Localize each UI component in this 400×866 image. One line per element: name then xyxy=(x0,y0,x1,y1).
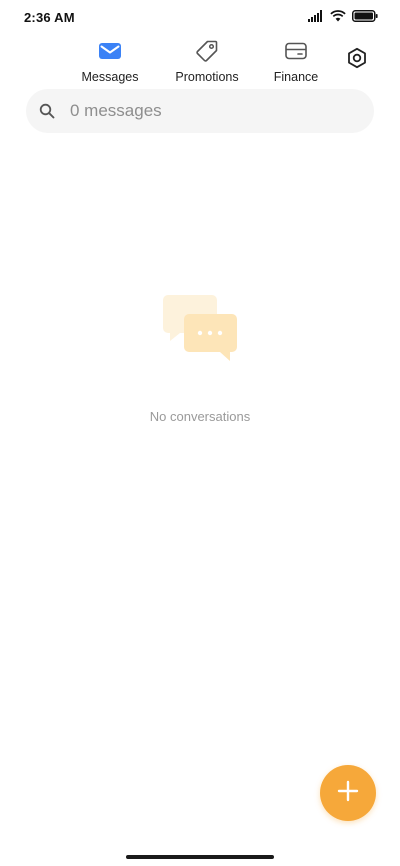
tab-finance-label: Finance xyxy=(273,70,319,84)
battery-icon xyxy=(352,9,378,27)
tab-finance[interactable]: Finance xyxy=(251,38,341,84)
search-input[interactable] xyxy=(68,100,352,122)
status-icons xyxy=(308,9,378,27)
new-message-button[interactable] xyxy=(320,765,376,821)
mail-icon xyxy=(98,38,122,64)
status-bar: 2:36 AM xyxy=(0,0,400,36)
plus-icon xyxy=(336,779,360,808)
settings-button[interactable] xyxy=(344,47,370,73)
tag-icon xyxy=(195,38,219,64)
tab-messages-label: Messages xyxy=(81,70,139,84)
status-time: 2:36 AM xyxy=(24,10,75,25)
home-indicator[interactable] xyxy=(126,855,274,859)
card-icon xyxy=(284,38,308,64)
tab-promotions[interactable]: Promotions xyxy=(162,38,252,84)
tab-messages[interactable]: Messages xyxy=(65,38,155,84)
search-icon xyxy=(39,103,55,119)
search-bar[interactable] xyxy=(26,89,374,133)
tab-promotions-label: Promotions xyxy=(175,70,239,84)
chat-bubbles-icon xyxy=(162,294,238,362)
messages-screen: 2:36 AM Messages Promotions Finance 0 me… xyxy=(0,0,400,866)
empty-state-text: No conversations xyxy=(149,409,251,424)
wifi-icon xyxy=(330,9,346,27)
category-tabs: Messages Promotions Finance xyxy=(0,38,400,88)
signal-icon xyxy=(308,9,324,27)
settings-icon xyxy=(346,47,368,74)
